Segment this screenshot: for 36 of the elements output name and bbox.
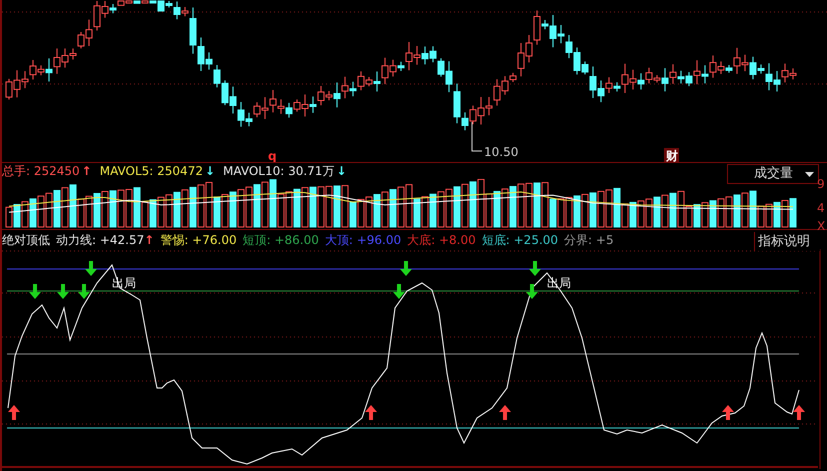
down-arrow-icon	[400, 261, 412, 276]
trend-arrow: ↓	[336, 163, 346, 180]
indicator-help-button[interactable]: 指标说明	[754, 232, 820, 251]
down-arrow-icon	[29, 284, 41, 299]
indicator-value: MAVOL5: 250472	[100, 163, 203, 180]
indicator-value: MAVOL10: 30.71万	[223, 163, 334, 180]
up-arrow-icon	[8, 405, 20, 420]
indicator-value: 警惕: +76.00	[160, 232, 237, 248]
indicator-value: 短底: +25.00	[482, 232, 558, 248]
indicator-value: 动力线: +42.57	[56, 232, 144, 248]
trend-arrow: ↑	[144, 232, 154, 248]
up-arrow-icon	[365, 405, 377, 420]
indicator-value: 分界: +5	[564, 232, 614, 248]
indicator-value: 短顶: +86.00	[242, 232, 319, 248]
axis-label: 4	[817, 202, 825, 214]
marker-badge: 财	[664, 148, 679, 162]
down-arrow-icon	[85, 261, 97, 276]
caret-icon	[805, 172, 814, 176]
down-arrow-icon	[393, 284, 405, 299]
down-arrow-icon	[529, 261, 541, 276]
indicator-title: 绝对顶低	[2, 232, 50, 248]
axis-label: 9	[817, 178, 825, 190]
indicator-value: 总手: 252450	[2, 163, 80, 180]
price-label: 10.50	[484, 145, 518, 159]
trend-arrow: ↑	[82, 163, 92, 180]
down-arrow-icon	[78, 284, 90, 299]
leader-line	[472, 122, 482, 152]
indicator-value: 大顶: +96.00	[324, 232, 402, 248]
trend-arrow: ↓	[204, 163, 216, 180]
up-arrow-icon	[722, 405, 734, 420]
up-arrow-icon	[793, 405, 805, 420]
down-arrow-icon	[57, 284, 69, 299]
indicator-value: 大底: +8.00	[407, 232, 476, 248]
up-arrow-icon	[499, 405, 511, 420]
down-arrow-icon	[526, 284, 538, 299]
indicator-dropdown[interactable]: 成交量	[727, 164, 819, 184]
